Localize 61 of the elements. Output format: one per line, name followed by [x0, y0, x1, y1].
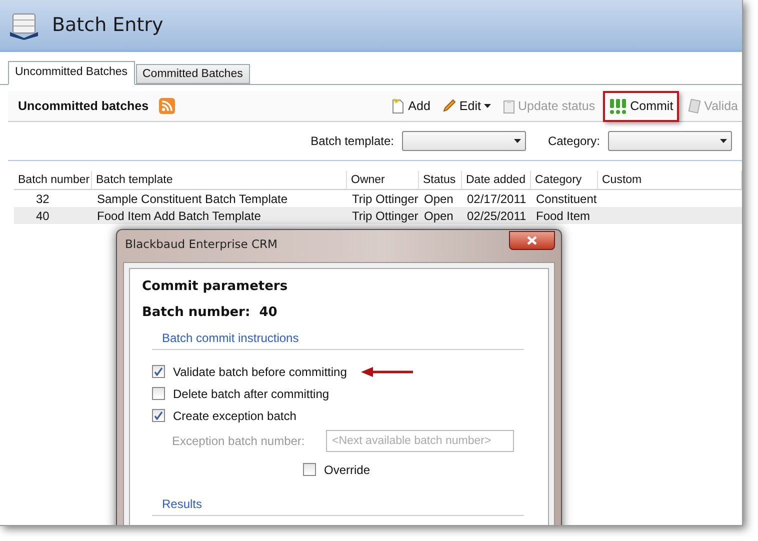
table-cell-text: Trip Ottinger — [351, 208, 419, 224]
table-cell-text: Open — [423, 191, 454, 207]
table-cell-text: Open — [423, 208, 454, 224]
column-header[interactable]: Date added — [462, 171, 531, 190]
dropdown-field[interactable] — [402, 131, 526, 151]
toolbar-button[interactable]: Add — [387, 94, 434, 118]
checkbox[interactable] — [303, 463, 316, 476]
table-row[interactable]: 40 Food Item Add Batch Template Trip Ottinger Open 02/25/2011 Food Item — [14, 207, 742, 224]
column-header[interactable]: Batch number — [14, 171, 92, 190]
table-cell-text: Constituent — [535, 191, 598, 207]
document-icon — [687, 98, 702, 114]
field-label: Exception batch number: — [172, 434, 306, 448]
checkbox[interactable] — [152, 387, 165, 400]
checkbox-label: Create exception batch — [173, 408, 296, 422]
toolbar-label: Valida — [704, 99, 738, 113]
table-cell-text: Food Item Add Batch Template — [96, 208, 262, 224]
caret-icon — [720, 139, 727, 143]
checkbox[interactable] — [152, 365, 165, 378]
filter-label: Category: — [548, 134, 600, 148]
batch-number: Batch number: 40 — [142, 305, 278, 320]
checkbox-label: Validate batch before committing — [173, 364, 347, 378]
tab[interactable]: Committed Batches — [136, 64, 250, 84]
table-cell-text: Food Item — [535, 208, 592, 224]
tab[interactable]: Uncommitted Batches — [8, 61, 134, 85]
dialog-title: Blackbaud Enterprise CRM — [125, 237, 278, 251]
close-icon — [527, 236, 537, 244]
dialog-heading: Commit parameters — [142, 279, 289, 294]
clipboard-icon — [502, 98, 515, 114]
dropdown-field[interactable] — [608, 131, 732, 151]
section-heading: Results — [152, 497, 524, 516]
arrow-annotation — [360, 366, 413, 376]
checkbox-label: Delete batch after committing — [173, 386, 330, 400]
table-cell-text: Sample Constituent Batch Template — [96, 191, 289, 207]
column-header[interactable]: Status — [419, 171, 462, 190]
column-header[interactable]: Custom — [598, 171, 742, 190]
table-cell-text: 40 — [35, 208, 50, 224]
toolbar-label: Commit — [630, 99, 674, 113]
toolbar-button[interactable]: Edit — [438, 95, 495, 117]
table-cell-text: 32 — [35, 191, 50, 207]
checkbox[interactable] — [152, 409, 165, 422]
table-cell-text: Trip Ottinger — [351, 191, 419, 207]
close-button[interactable] — [509, 230, 555, 250]
filter-label: Batch template: — [310, 134, 394, 148]
column-header[interactable]: Batch template — [92, 171, 347, 190]
table-cell-text: 02/17/2011 — [466, 191, 528, 207]
toolbar-label: Edit — [459, 99, 481, 113]
section-heading: Batch commit instructions — [152, 331, 524, 350]
table-cell-text: 02/25/2011 — [466, 208, 528, 224]
pencil-icon — [442, 99, 456, 113]
column-header[interactable]: Owner — [347, 171, 419, 190]
toolbar-button[interactable]: Commit — [603, 90, 680, 122]
new-page-icon — [391, 98, 406, 114]
section-title: Uncommitted batches — [18, 99, 149, 113]
toolbar-label: Update status — [518, 99, 596, 113]
exclamation-marks-icon — [609, 98, 628, 114]
window-title: Batch Entry — [52, 14, 164, 36]
toolbar-label: Add — [408, 99, 430, 113]
checkbox-label: Override — [324, 462, 370, 476]
caret-icon — [514, 139, 521, 143]
column-header[interactable]: Category — [531, 171, 598, 190]
rss-icon[interactable] — [158, 98, 175, 114]
